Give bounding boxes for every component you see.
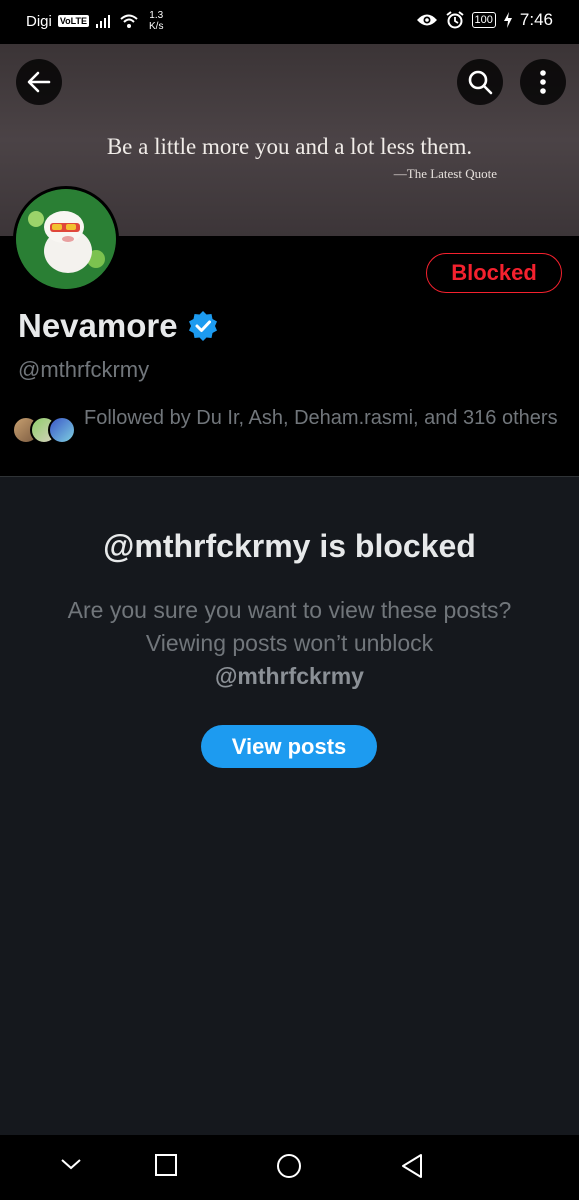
recent-apps-icon[interactable]: [154, 1153, 178, 1177]
more-vertical-icon: [540, 70, 546, 94]
avatar[interactable]: [13, 186, 119, 292]
search-icon: [468, 70, 493, 95]
volte-badge: VoLTE: [57, 15, 90, 27]
eye-icon: [416, 14, 437, 26]
network-speed-value: 1.3: [149, 10, 164, 21]
more-options-button[interactable]: [520, 59, 566, 105]
profile-name-row: Nevamore: [18, 307, 218, 345]
blocked-title: @mthrfckrmy is blocked: [103, 528, 476, 564]
alarm-icon: [445, 11, 464, 29]
banner-quote: Be a little more you and a lot less them…: [106, 134, 473, 159]
blocked-message: Are you sure you want to view these post…: [60, 594, 519, 693]
banner-attribution: —The Latest Quote: [393, 166, 497, 181]
chevron-down-icon[interactable]: [60, 1157, 82, 1171]
charging-icon: [503, 12, 512, 28]
wifi-icon: [120, 14, 138, 28]
battery-indicator: 100: [471, 12, 496, 28]
status-bar-left: Digi VoLTE 1.3 K/s: [26, 10, 163, 32]
status-bar: Digi VoLTE 1.3 K/s 100 7:46: [0, 0, 579, 44]
home-icon[interactable]: [276, 1153, 302, 1179]
verified-badge-icon: [188, 311, 217, 341]
blocked-button[interactable]: Blocked: [426, 253, 562, 293]
back-button[interactable]: [16, 59, 62, 105]
network-speed: 1.3 K/s: [149, 10, 163, 32]
clock: 7:46: [519, 10, 553, 29]
divider: [0, 476, 579, 477]
view-posts-button[interactable]: View posts: [201, 725, 377, 768]
carrier-label: Digi: [26, 12, 52, 30]
follower-avatars: [12, 416, 76, 444]
search-button[interactable]: [457, 59, 503, 105]
back-nav-icon[interactable]: [400, 1153, 424, 1179]
display-name: Nevamore: [18, 307, 178, 344]
followed-by-text: Followed by Du Ir, Ash, Deham.rasmi, and…: [84, 407, 558, 429]
follower-avatar: [48, 416, 76, 444]
signal-icon: [96, 15, 111, 28]
status-bar-right: 100 7:46: [416, 10, 553, 30]
profile-handle: @mthrfckrmy: [18, 357, 150, 382]
blocked-message-handle: @mthrfckrmy: [215, 663, 364, 689]
avatar-image: [16, 189, 116, 289]
network-speed-unit: K/s: [149, 21, 164, 32]
followed-by-row[interactable]: Followed by Du Ir, Ash, Deham.rasmi, and…: [12, 405, 562, 444]
blocked-message-text: Are you sure you want to view these post…: [67, 597, 512, 656]
system-navigation-bar: [0, 1135, 579, 1200]
arrow-left-icon: [27, 71, 51, 93]
